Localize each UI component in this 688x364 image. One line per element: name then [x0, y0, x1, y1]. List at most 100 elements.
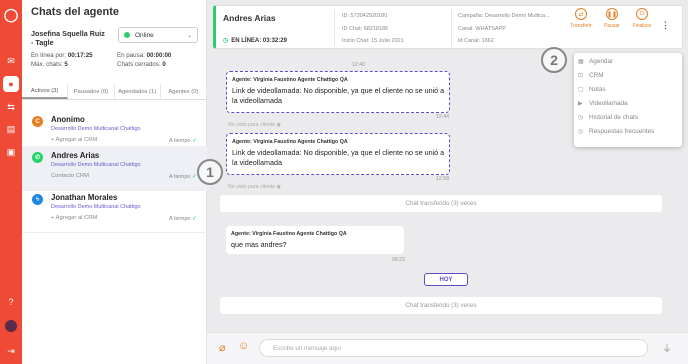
callout-badge: 2 — [541, 47, 567, 73]
closed-chats: Chats cerrados: 0 — [117, 61, 166, 68]
crm-icon: ⊡ — [578, 73, 584, 79]
routing-icon[interactable]: ⇆ — [4, 100, 18, 114]
chat-time-status: A tiempo ✓ — [169, 138, 197, 144]
message-author: Agente: Virginia Faustino Agente Chattig… — [232, 77, 348, 83]
app-rail: ◯ ✉ ● ⇆ ▤ ▣ ? ⇥ — [0, 0, 22, 364]
message-author: Agente: Virginia Faustino Agente Chattig… — [232, 139, 348, 145]
check-icon: ✓ — [191, 174, 197, 180]
check-icon: ✓ — [191, 216, 197, 222]
message-timestamp: 12:40 — [352, 62, 365, 68]
menu-item-respuestas[interactable]: ◎ Respuestas frecuentes — [578, 128, 654, 135]
chat-campaign: Desarrollo Demo Multicanal Chattigo — [51, 204, 141, 210]
finish-button[interactable]: ⏻ Finalizar — [627, 8, 657, 29]
logout-icon[interactable]: ⇥ — [4, 344, 18, 358]
message-input[interactable]: Escribe un mensaje aquí — [259, 339, 648, 357]
whatsapp-icon: ✆ — [32, 152, 43, 163]
not-seen-note: No visto para cliente ◉ — [228, 184, 281, 190]
chevron-down-icon: ⌄ — [186, 32, 192, 39]
tab-agentes[interactable]: Agentes (0) — [161, 84, 207, 99]
contact-id: ID: 573042920180 — [342, 13, 388, 19]
chat-time-status: A tiempo ✓ — [169, 174, 197, 180]
pause-time: En pausa: 00:00:00 — [117, 52, 172, 59]
reports-icon[interactable]: ▤ — [4, 122, 18, 136]
menu-item-crm[interactable]: ⊡ CRM — [578, 72, 604, 79]
message-author: Agente: Virginia Faustino Agente Chattig… — [231, 231, 347, 237]
chat-start: Inicio Chat: 15 Julio 2021 — [342, 38, 404, 44]
transfer-button[interactable]: ⇄ Transferir — [566, 8, 596, 29]
clock-icon: ◷ — [223, 38, 229, 44]
system-message: Chat transferido (3) veces — [220, 195, 662, 212]
agent-message: Agente: Virginia Faustino Agente Chattig… — [226, 226, 404, 254]
agent-message: Agente: Virginia Faustino Agente Chattig… — [226, 71, 450, 113]
chat-time-status: A tiempo ✓ — [169, 216, 197, 222]
more-options-icon[interactable]: ⋮ — [661, 20, 670, 31]
divider — [451, 10, 452, 46]
status-dropdown[interactable]: Online ⌄ — [118, 27, 198, 43]
chat-contact-title: Andres Arias — [223, 13, 276, 23]
calendar-icon: ▦ — [578, 59, 584, 65]
message-text: Link de videollamada: No disponible, ya … — [232, 148, 445, 167]
menu-item-historial[interactable]: ◷ Historial de chats — [578, 114, 638, 121]
check-icon: ✓ — [191, 138, 197, 144]
chat-campaign: Desarrollo Demo Multicanal Chattigo — [51, 126, 141, 132]
max-chats: Máx. chats: 5 — [31, 61, 68, 68]
message-timestamp: 08:23 — [392, 257, 405, 263]
online-timer: ◷ EN LÍNEA: 03:32:29 — [223, 38, 287, 44]
microphone-icon[interactable]: ⏚ — [662, 340, 672, 355]
tab-pausados[interactable]: Pausados (0) — [68, 84, 115, 99]
not-seen-note: No visto para cliente ◉ — [228, 122, 281, 128]
more-options-menu: ▦ Agendar ⊡ CRM ▢ Notas ▶ Videollamada ◷ Hist… — [574, 53, 682, 147]
agent-chats-icon[interactable]: ● — [3, 76, 19, 92]
faq-icon: ◎ — [578, 129, 584, 135]
notes-icon: ▢ — [578, 87, 584, 93]
help-icon[interactable]: ? — [4, 295, 18, 309]
webchat-icon: C — [32, 116, 43, 127]
chat-contact-name: Anonimo — [51, 115, 85, 124]
finish-icon: ⏻ — [636, 8, 648, 20]
tab-activos[interactable]: Activos (3) — [22, 84, 69, 99]
page-title: Chats del agente — [31, 6, 120, 18]
pause-icon: ❚❚ — [606, 8, 618, 20]
chat-contact-name: Andres Arias — [51, 151, 100, 160]
video-icon: ▶ — [578, 101, 583, 107]
eye-icon: ◉ — [276, 184, 281, 190]
agent-message: Agente: Virginia Faustino Agente Chattig… — [226, 133, 450, 175]
add-to-crm-link[interactable]: + Agregar al CRM — [51, 137, 97, 143]
messenger-icon: ϟ — [32, 194, 43, 205]
agent-chats-panel: Chats del agente Josefina Squella Ruiz -… — [22, 0, 207, 364]
message-timestamp: 12:44 — [436, 114, 449, 120]
transfer-icon: ⇄ — [575, 8, 587, 20]
chat-campaign: Desarrollo Demo Multicanal Chattigo — [51, 162, 141, 168]
chattigo-logo-icon: ◯ — [3, 7, 19, 22]
menu-item-videollamada[interactable]: ▶ Videollamada — [578, 100, 628, 107]
date-separator: HOY — [424, 273, 468, 286]
pause-button[interactable]: ❚❚ Pausar — [597, 8, 627, 29]
channel-id: Id Canal: 1662 — [458, 38, 494, 44]
chat-list-item[interactable]: ✆ Andres Arias Desarrollo Demo Multicana… — [22, 146, 207, 191]
crm-contact-link[interactable]: Contacto CRM — [51, 173, 89, 179]
message-timestamp: 12:58 — [436, 176, 449, 182]
chat-id: ID Chat: 68218186 — [342, 26, 389, 32]
eye-icon: ◉ — [276, 122, 281, 128]
agent-name: Josefina Squella Ruiz - Tagle — [31, 29, 105, 47]
tab-agendados[interactable]: Agendados (1) — [115, 84, 161, 99]
divider — [334, 10, 335, 46]
chat-tabs: Activos (3) Pausados (0) Agendados (1) A… — [22, 84, 207, 100]
online-time: En línea por: 00:17:25 — [31, 52, 93, 59]
attachment-icon[interactable]: ⌀ — [219, 341, 226, 354]
menu-item-agendar[interactable]: ▦ Agendar — [578, 58, 613, 65]
chat-contact-name: Jonathan Morales — [51, 193, 118, 202]
contacts-icon[interactable]: ▣ — [4, 145, 18, 159]
chat-bubble-icon[interactable]: ✉ — [4, 54, 18, 68]
emoji-icon[interactable]: ☺ — [238, 340, 249, 352]
message-text: Link de videollamada: No disponible, ya … — [232, 86, 445, 105]
avatar[interactable] — [5, 320, 17, 332]
callout-badge: 1 — [197, 159, 223, 185]
status-dot-icon — [124, 32, 130, 38]
status-label: Online — [135, 31, 154, 39]
chat-list-item[interactable]: ϟ Jonathan Morales Desarrollo Demo Multi… — [22, 188, 207, 233]
add-to-crm-link[interactable]: + Agregar al CRM — [51, 215, 97, 221]
menu-item-notas[interactable]: ▢ Notas — [578, 86, 606, 93]
history-icon: ◷ — [578, 115, 584, 121]
channel: Canal: WHATSAPP — [458, 26, 506, 32]
